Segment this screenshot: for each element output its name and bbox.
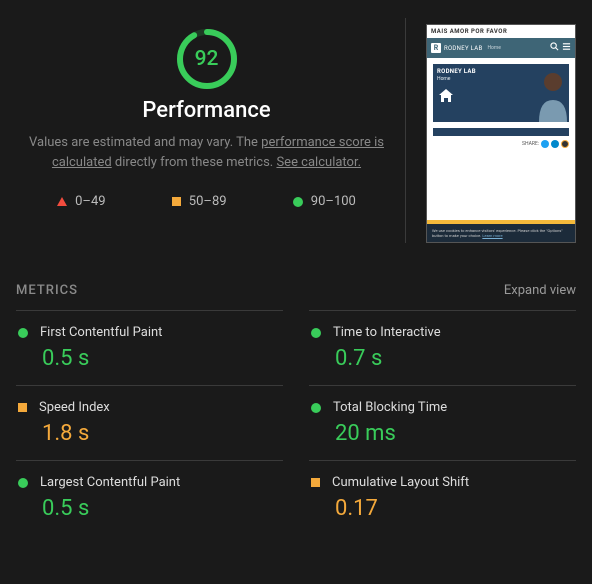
performance-title: Performance — [16, 98, 397, 123]
circle-icon — [293, 197, 303, 207]
metric-name: Time to Interactive — [333, 325, 441, 340]
legend-mid: 50–89 — [172, 194, 227, 209]
preview-share: SHARE: — [427, 136, 575, 152]
circle-icon — [311, 403, 321, 413]
expand-view-toggle[interactable]: Expand view — [504, 283, 576, 298]
circle-icon — [18, 478, 28, 488]
metric-card: Total Blocking Time 20 ms — [309, 385, 576, 460]
menu-icon — [562, 42, 571, 54]
see-calculator-link[interactable]: See calculator. — [276, 155, 361, 170]
metric-card: Time to Interactive 0.7 s — [309, 310, 576, 385]
page-screenshot-preview: MAIS AMOR POR FAVOR R RODNEY LAB Home RO… — [426, 24, 576, 243]
circle-icon — [18, 328, 28, 338]
triangle-icon — [57, 197, 67, 206]
circle-icon — [311, 328, 321, 338]
metric-name: Cumulative Layout Shift — [332, 475, 469, 490]
metric-value: 0.5 s — [18, 496, 281, 521]
preview-cookie-banner: We use cookies to enhance visitors' expe… — [427, 224, 575, 242]
preview-hero: RODNEY LAB Home — [433, 64, 569, 122]
twitter-icon — [541, 140, 549, 148]
metrics-heading: METRICS — [16, 283, 78, 298]
metric-value: 0.17 — [311, 496, 574, 521]
metric-name: Largest Contentful Paint — [40, 475, 180, 490]
metric-value: 20 ms — [311, 421, 574, 446]
performance-summary: 92 Performance Values are estimated and … — [16, 18, 406, 243]
metric-value: 1.8 s — [18, 421, 281, 446]
square-icon — [18, 403, 27, 412]
metric-card: Largest Contentful Paint 0.5 s — [16, 460, 283, 535]
telegram-icon — [551, 140, 559, 148]
metrics-grid: First Contentful Paint 0.5 s Time to Inter… — [16, 310, 576, 535]
metric-card: Speed Index 1.8 s — [16, 385, 283, 460]
metric-name: Speed Index — [39, 400, 110, 415]
metric-name: First Contentful Paint — [40, 325, 162, 340]
performance-score: 92 — [176, 28, 238, 90]
metric-value: 0.5 s — [18, 346, 281, 371]
legend-high: 90–100 — [293, 194, 356, 209]
preview-logo-icon: R — [431, 43, 441, 53]
preview-tagline: MAIS AMOR POR FAVOR — [427, 25, 575, 38]
metric-card: First Contentful Paint 0.5 s — [16, 310, 283, 385]
performance-description: Values are estimated and may vary. The p… — [16, 133, 397, 172]
square-icon — [172, 197, 181, 206]
preview-nav: R RODNEY LAB Home — [427, 38, 575, 58]
performance-gauge: 92 — [176, 28, 238, 90]
square-icon — [311, 478, 320, 487]
house-icon — [437, 88, 453, 102]
search-icon — [550, 42, 559, 54]
preview-bar — [433, 128, 569, 136]
metric-value: 0.7 s — [311, 346, 574, 371]
metric-card: Cumulative Layout Shift 0.17 — [309, 460, 576, 535]
score-legend: 0–49 50–89 90–100 — [16, 194, 397, 209]
person-icon — [533, 64, 569, 122]
legend-low: 0–49 — [57, 194, 105, 209]
metric-name: Total Blocking Time — [333, 400, 447, 415]
share-plus-icon — [561, 140, 569, 148]
